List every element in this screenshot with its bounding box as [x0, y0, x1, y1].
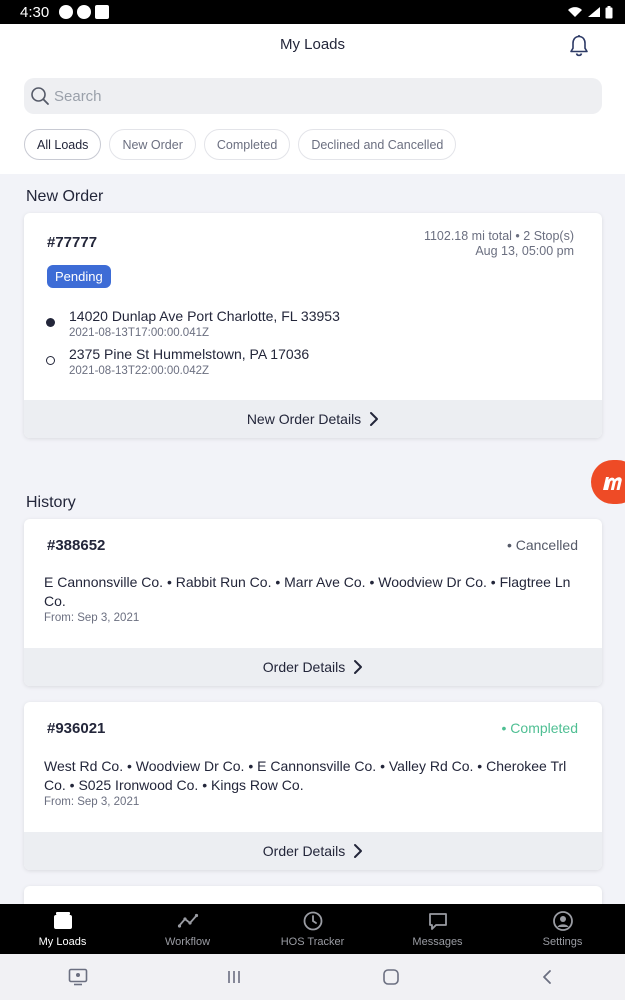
- status-bar: 4:30: [0, 0, 625, 24]
- filter-new-order[interactable]: New Order: [109, 129, 196, 160]
- details-label: Order Details: [262, 659, 346, 675]
- bottom-navigation: My Loads Workflow HOS Tracker Messages S…: [0, 904, 625, 954]
- screen-cast-icon: [68, 968, 88, 986]
- filter-declined-cancelled[interactable]: Declined and Cancelled: [298, 129, 457, 160]
- details-label: New Order Details: [246, 411, 362, 427]
- chevron-right-icon: [354, 660, 363, 674]
- brand-logo-button[interactable]: [591, 460, 625, 504]
- order-id: #77777: [47, 234, 98, 251]
- nav-label: HOS Tracker: [280, 936, 345, 948]
- details-label: Order Details: [262, 843, 346, 859]
- stop-address: 2375 Pine St Hummelstown, PA 17036: [69, 346, 310, 362]
- order-details-button[interactable]: Order Details: [24, 648, 602, 686]
- back-button[interactable]: [527, 962, 567, 992]
- stop-item: 2375 Pine St Hummelstown, PA 17036 2021-…: [46, 345, 309, 379]
- stop-destination-icon: [46, 356, 55, 365]
- nav-label: Messages: [412, 936, 463, 948]
- app-notification-icon: [77, 5, 92, 19]
- nav-hos-tracker[interactable]: HOS Tracker: [250, 904, 375, 954]
- chat-icon: [428, 913, 447, 930]
- recent-apps-icon: [228, 971, 241, 983]
- stop-item: 14020 Dunlap Ave Port Charlotte, FL 3395…: [46, 307, 340, 341]
- new-order-section-title: New Order: [26, 188, 104, 205]
- order-stops: West Rd Co. • Woodview Dr Co. • E Cannon…: [44, 758, 567, 793]
- nav-my-loads[interactable]: My Loads: [0, 904, 125, 954]
- filter-chips: All Loads New Order Completed Declined a…: [24, 129, 457, 160]
- order-details-button[interactable]: Order Details: [24, 832, 602, 870]
- app-notification-icon: [59, 5, 74, 19]
- recent-apps-button[interactable]: [214, 962, 254, 992]
- battery-icon: [605, 5, 613, 18]
- history-card: #936021 • Completed West Rd Co. • Woodvi…: [24, 702, 602, 870]
- chevron-right-icon: [370, 412, 379, 426]
- order-id: #388652: [47, 537, 106, 554]
- order-stops: E Cannonsville Co. • Rabbit Run Co. • Ma…: [44, 574, 571, 609]
- nav-workflow[interactable]: Workflow: [125, 904, 250, 954]
- nav-label: My Loads: [38, 936, 87, 948]
- nav-settings[interactable]: Settings: [500, 904, 625, 954]
- search-bar: [24, 78, 602, 114]
- new-order-details-button[interactable]: New Order Details: [24, 400, 602, 438]
- wifi-icon: [568, 7, 582, 17]
- filter-completed[interactable]: Completed: [203, 129, 291, 160]
- workflow-icon: [177, 913, 198, 928]
- stop-origin-icon: [46, 318, 55, 327]
- order-id: #936021: [47, 720, 106, 737]
- filter-all-loads[interactable]: All Loads: [24, 129, 102, 160]
- image-notification-icon: [95, 5, 110, 19]
- brand-logo-icon: [603, 477, 622, 490]
- page-title: My Loads: [279, 36, 346, 53]
- order-distance: 1102.18 mi total • 2 Stop(s): [423, 229, 574, 243]
- stop-time: 2021-08-13T22:00:00.042Z: [69, 365, 210, 377]
- nav-label: Settings: [542, 936, 583, 948]
- back-icon: [542, 970, 551, 984]
- search-input[interactable]: [54, 81, 574, 111]
- history-card: #388652 • Cancelled E Cannonsville Co. •…: [24, 519, 602, 686]
- search-icon: [31, 87, 49, 105]
- order-from-date: From: Sep 3, 2021: [44, 612, 140, 624]
- order-status: • Cancelled: [506, 537, 578, 553]
- home-button[interactable]: [371, 962, 411, 992]
- order-status: • Completed: [501, 720, 579, 736]
- clock-icon: [303, 911, 322, 931]
- nav-label: Workflow: [164, 936, 211, 948]
- status-badge: Pending: [47, 265, 111, 288]
- stop-time: 2021-08-13T17:00:00.041Z: [69, 327, 210, 339]
- chevron-right-icon: [354, 844, 363, 858]
- new-order-card: #77777 1102.18 mi total • 2 Stop(s) Aug …: [24, 213, 602, 438]
- user-icon: [552, 911, 573, 931]
- order-date: Aug 13, 05:00 pm: [475, 244, 574, 258]
- screen-cast-button[interactable]: [58, 962, 98, 992]
- home-icon: [382, 969, 399, 985]
- header: My Loads All Loads New Order Completed D…: [0, 24, 625, 174]
- signal-icon: [588, 7, 600, 17]
- bell-icon[interactable]: [568, 34, 590, 58]
- order-meta: 1102.18 mi total • 2 Stop(s) Aug 13, 05:…: [424, 229, 574, 259]
- nav-messages[interactable]: Messages: [375, 904, 500, 954]
- truck-icon: [53, 912, 72, 929]
- history-section-title: History: [26, 494, 76, 511]
- status-time: 4:30: [20, 3, 50, 21]
- stop-address: 14020 Dunlap Ave Port Charlotte, FL 3395…: [69, 308, 340, 324]
- order-from-date: From: Sep 3, 2021: [44, 796, 140, 808]
- system-navigation-bar: [0, 954, 625, 1000]
